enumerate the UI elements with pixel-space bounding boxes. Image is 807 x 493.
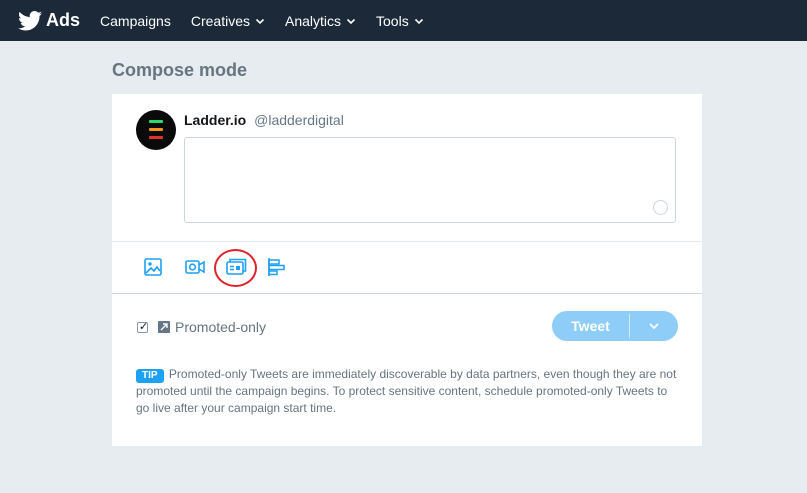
tweet-options-dropdown[interactable] <box>630 311 678 341</box>
account-name: Ladder.io <box>184 112 247 128</box>
avatar-bar-green <box>149 120 163 123</box>
chevron-down-icon <box>255 18 265 24</box>
promoted-only-checkbox[interactable]: ✓ <box>137 320 149 333</box>
promoted-icon <box>158 321 170 333</box>
nav-tools-label: Tools <box>376 12 409 29</box>
tweet-button[interactable]: Tweet <box>552 311 629 341</box>
nav-campaigns-label: Campaigns <box>100 12 171 29</box>
page-title: Compose mode <box>112 60 248 80</box>
main-nav: Campaigns Creatives Analytics Tools <box>100 13 444 29</box>
poll-icon[interactable] <box>266 256 288 278</box>
tip-text: Promoted-only Tweets are immediately dis… <box>136 367 677 415</box>
top-navigation-bar: Ads Campaigns Creatives Analytics Tools <box>0 0 807 41</box>
nav-creatives[interactable]: Creatives <box>191 13 265 29</box>
twitter-bird-icon <box>18 10 42 30</box>
nav-analytics-label: Analytics <box>284 12 342 29</box>
nav-campaigns[interactable]: Campaigns <box>100 13 171 29</box>
chevron-down-icon <box>414 18 423 24</box>
tip-badge: TIP <box>136 369 164 383</box>
avatar-bar-red <box>149 136 163 139</box>
account-handle: @ladderdigital <box>254 112 344 128</box>
chevron-down-icon <box>346 18 356 24</box>
video-icon[interactable] <box>184 256 206 278</box>
button-separator <box>629 314 630 338</box>
tweet-button-group: Tweet <box>552 311 678 341</box>
nav-tools[interactable]: Tools <box>376 13 424 29</box>
compose-card: Ladder.io @ladderdigital ✓ Promoted-only… <box>112 94 702 446</box>
highlight-annotation-circle <box>214 249 257 287</box>
nav-creatives-label: Creatives <box>190 12 250 29</box>
avatar-bar-orange <box>149 128 163 131</box>
brand-label: Ads <box>46 10 81 30</box>
character-count-circle <box>653 200 668 215</box>
nav-analytics[interactable]: Analytics <box>285 13 356 29</box>
twitter-ads-logo[interactable]: Ads <box>18 10 80 31</box>
avatar <box>136 110 176 150</box>
promoted-only-option[interactable]: ✓ Promoted-only <box>137 319 266 335</box>
account-info: Ladder.io @ladderdigital <box>184 112 344 128</box>
chevron-down-icon <box>649 323 659 330</box>
checkmark-icon: ✓ <box>139 320 149 333</box>
image-icon[interactable] <box>142 256 164 278</box>
tip-message: TIP Promoted-only Tweets are immediately… <box>136 366 679 416</box>
divider <box>112 293 702 294</box>
media-toolbar <box>112 242 702 294</box>
tweet-compose-input[interactable] <box>184 137 676 223</box>
promoted-only-label: Promoted-only <box>175 319 267 335</box>
